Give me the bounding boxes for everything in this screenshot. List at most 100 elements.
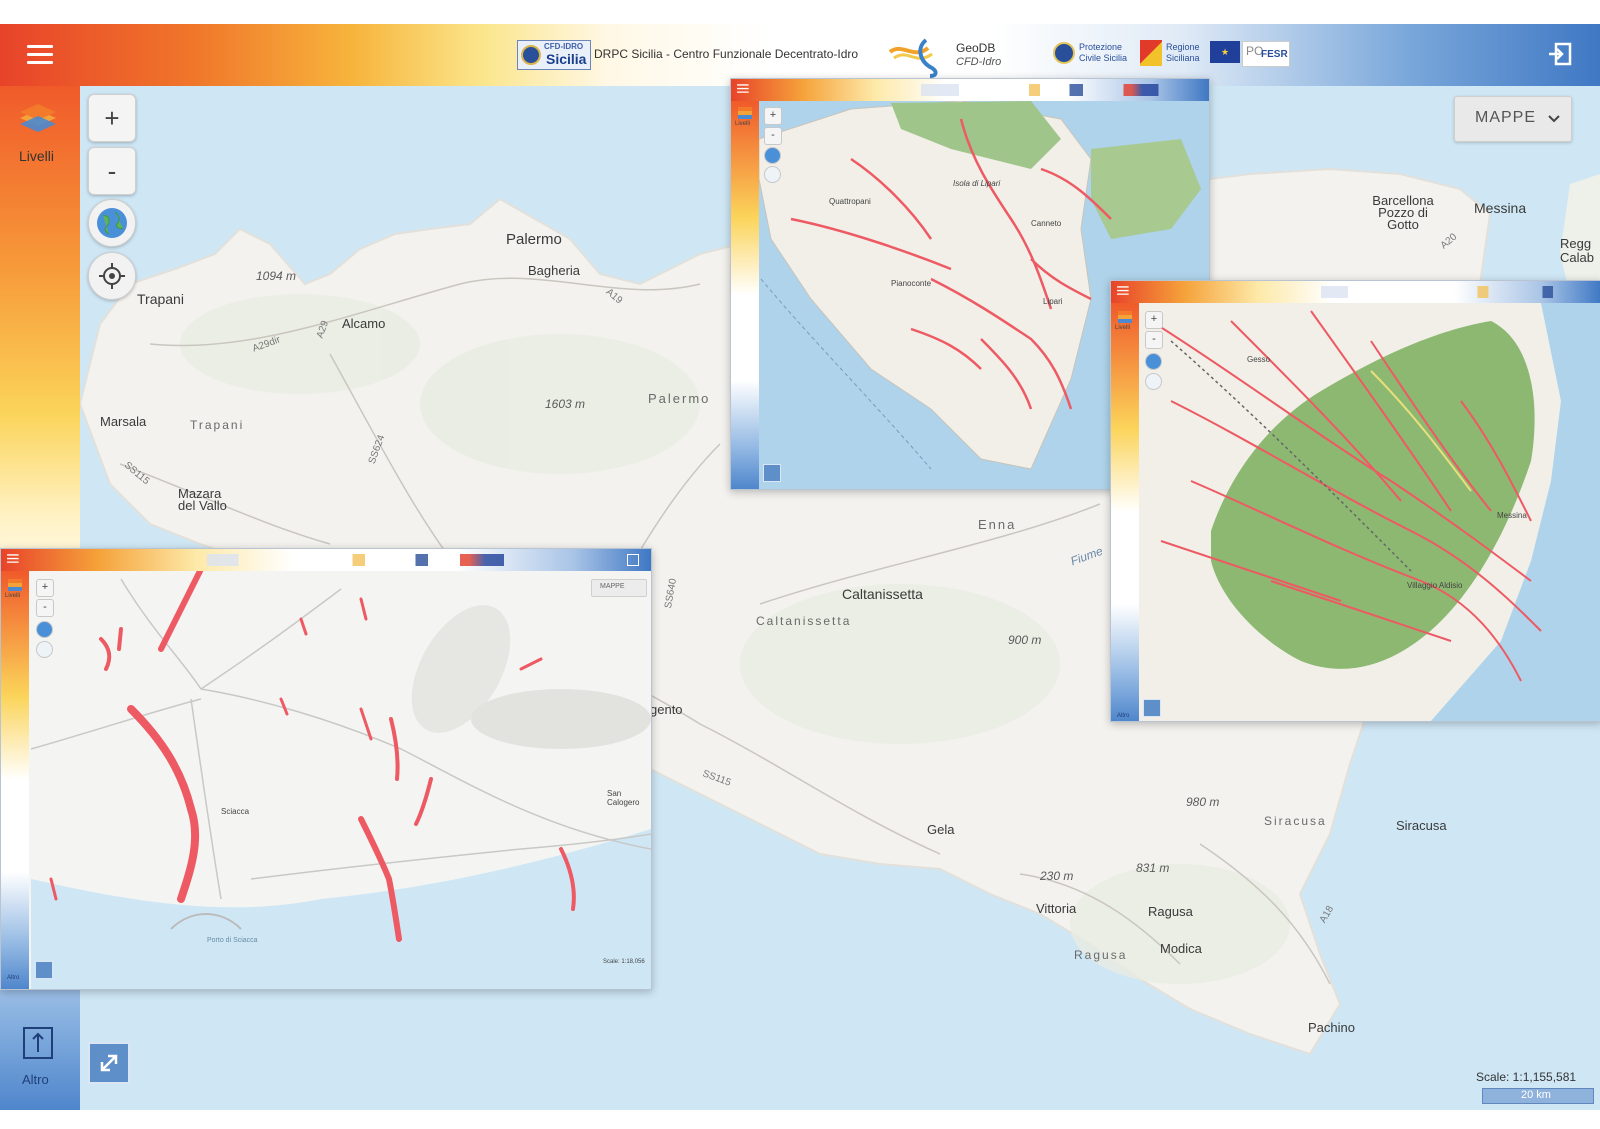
inset-lipari-quattropani: Quattropani	[829, 197, 871, 206]
cfd-logo-emblem	[521, 45, 541, 65]
inset-lipari-layers-label: Livelli	[735, 121, 751, 127]
layers-label[interactable]: Livelli	[19, 148, 54, 164]
label-palermo-province: Palermo	[648, 391, 711, 406]
inset-sciacca-zoom-out[interactable]: -	[36, 599, 54, 617]
inset-sciacca-map[interactable]	[1, 549, 651, 989]
inset-lipari-pianoconte: Pianoconte	[891, 279, 932, 288]
inset-messina-sidebar: Livelli Altro	[1111, 303, 1139, 721]
info-upload-icon[interactable]	[22, 1026, 54, 1060]
hamburger-menu-icon[interactable]	[27, 40, 53, 66]
scale-bar: 20 km	[1482, 1088, 1594, 1104]
inset-lipari-locate-icon[interactable]	[764, 166, 781, 183]
layers-icon[interactable]	[18, 100, 58, 140]
inset-messina-menu-icon[interactable]	[1117, 284, 1129, 297]
inset-lipari-menu-icon[interactable]	[737, 82, 749, 95]
inset-messina-expand-icon[interactable]	[1143, 699, 1161, 717]
label-mazara: Mazara del Vallo	[178, 486, 227, 513]
cfd-logo-top: CFD-IDRO	[544, 42, 584, 51]
protezione-line2: Civile Sicilia	[1079, 53, 1128, 63]
inset-messina: Livelli Altro + - Gesso Messina Villaggi…	[1110, 280, 1600, 722]
label-ragusa-province: Ragusa	[1074, 948, 1128, 962]
inset-messina-locate-icon[interactable]	[1145, 373, 1162, 390]
label-bagheria: Bagheria	[528, 263, 581, 278]
label-elev-230: 230 m	[1040, 869, 1074, 883]
app-header: CFD-IDRO Sicilia DRPC Sicilia - Centro F…	[0, 24, 1600, 86]
inset-sciacca-sciacca: Sciacca	[221, 807, 250, 816]
geodb-subtitle: CFD-Idro	[956, 56, 1002, 68]
label-siracusa: Siracusa	[1396, 818, 1447, 833]
label-trapani-province: Trapani	[190, 418, 245, 432]
cfd-logo-bottom: Sicilia	[546, 51, 587, 67]
inset-sciacca-sidebar: Livelli Altro	[1, 571, 29, 989]
label-gela: Gela	[927, 822, 955, 837]
inset-sciacca-menu-icon[interactable]	[7, 552, 19, 565]
expand-button[interactable]	[88, 1042, 130, 1084]
inset-messina-globe-icon[interactable]	[1145, 353, 1162, 370]
inset-lipari-sidebar: Livelli	[731, 101, 759, 489]
inset-sciacca-header	[1, 549, 651, 571]
label-siracusa-province: Siracusa	[1264, 814, 1327, 828]
inset-sciacca-globe-icon[interactable]	[36, 621, 53, 638]
locate-button[interactable]	[88, 252, 136, 300]
label-palermo: Palermo	[506, 231, 562, 248]
inset-sciacca-maps-label: MAPPE	[600, 583, 625, 590]
label-pachino: Pachino	[1308, 1020, 1355, 1035]
inset-messina-zoom-out[interactable]: -	[1145, 331, 1163, 349]
label-elev-1094: 1094 m	[256, 269, 297, 283]
inset-sciacca-expand-icon[interactable]	[35, 961, 53, 979]
exit-icon[interactable]	[1546, 40, 1574, 68]
label-alcamo: Alcamo	[342, 316, 386, 331]
label-caltanissetta-province: Caltanissetta	[756, 614, 852, 628]
label-vittoria: Vittoria	[1036, 901, 1077, 916]
fesr-label: FESR	[1261, 49, 1288, 60]
zoom-out-button[interactable]: -	[88, 147, 136, 195]
inset-sciacca-san-calogero: San Calogero	[607, 789, 640, 807]
inset-sciacca-locate-icon[interactable]	[36, 641, 53, 658]
scale-text: Scale: 1:1,155,581	[1476, 1070, 1577, 1084]
regione-line2: Siciliana	[1166, 53, 1200, 63]
po-fesr-logo: PO FESR	[1242, 41, 1290, 67]
inset-lipari-zoom-out[interactable]: -	[764, 127, 782, 145]
inset-messina-map[interactable]	[1111, 281, 1600, 721]
zoom-in-button[interactable]: +	[88, 94, 136, 142]
globe-button[interactable]	[88, 199, 136, 247]
label-elev-900: 900 m	[1008, 633, 1042, 647]
inset-sciacca-exit-icon[interactable]	[627, 554, 639, 566]
inset-lipari-zoom-in[interactable]: +	[764, 107, 782, 125]
inset-lipari-lipari: Lipari	[1043, 297, 1063, 306]
cfd-idro-logo: CFD-IDRO Sicilia	[517, 40, 591, 70]
label-enna: Enna	[978, 517, 1017, 532]
inset-lipari-logos	[921, 84, 1191, 96]
map-app-window: Palermo Bagheria Trapani Alcamo 1094 m A…	[0, 24, 1600, 1110]
geodb-title: GeoDB	[956, 41, 996, 55]
inset-sciacca-logos	[207, 554, 523, 566]
inset-sciacca-porto: Porto di Sciacca	[207, 937, 258, 944]
inset-lipari-layers-icon[interactable]	[738, 107, 752, 119]
label-agrigento-fragment: gento	[650, 702, 683, 717]
inset-messina-gesso: Gesso	[1247, 355, 1271, 364]
maps-dropdown-label: MAPPE	[1475, 109, 1537, 126]
label-marsala: Marsala	[100, 414, 147, 429]
inset-sciacca-altro-label: Altro	[7, 975, 20, 981]
regione-siciliana-emblem	[1140, 40, 1162, 66]
scale-bar-label: 20 km	[1521, 1089, 1551, 1101]
altro-label[interactable]: Altro	[22, 1072, 49, 1087]
inset-lipari-globe-icon[interactable]	[764, 147, 781, 164]
inset-lipari-expand-icon[interactable]	[763, 464, 781, 482]
inset-sciacca-maps-dropdown[interactable]: MAPPE	[591, 579, 647, 597]
inset-messina-messina: Messina	[1497, 511, 1527, 520]
inset-messina-layers-icon[interactable]	[1118, 311, 1132, 323]
inset-sciacca: Livelli Altro + - MAPPE Sciacca San Calo…	[0, 548, 652, 990]
label-messina: Messina	[1474, 200, 1527, 216]
maps-dropdown[interactable]: MAPPE	[1454, 96, 1572, 142]
inset-messina-villaggio: Villaggio Aldisio	[1407, 581, 1463, 590]
inset-messina-header	[1111, 281, 1600, 303]
inset-messina-zoom-in[interactable]: +	[1145, 311, 1163, 329]
inset-sciacca-layers-icon[interactable]	[8, 579, 22, 591]
label-elev-831: 831 m	[1136, 861, 1170, 875]
globe-icon	[97, 208, 127, 238]
eu-flag-icon: ★	[1210, 41, 1240, 63]
inset-sciacca-layers-label: Livelli	[5, 593, 21, 599]
label-modica: Modica	[1160, 941, 1202, 956]
inset-sciacca-zoom-in[interactable]: +	[36, 579, 54, 597]
